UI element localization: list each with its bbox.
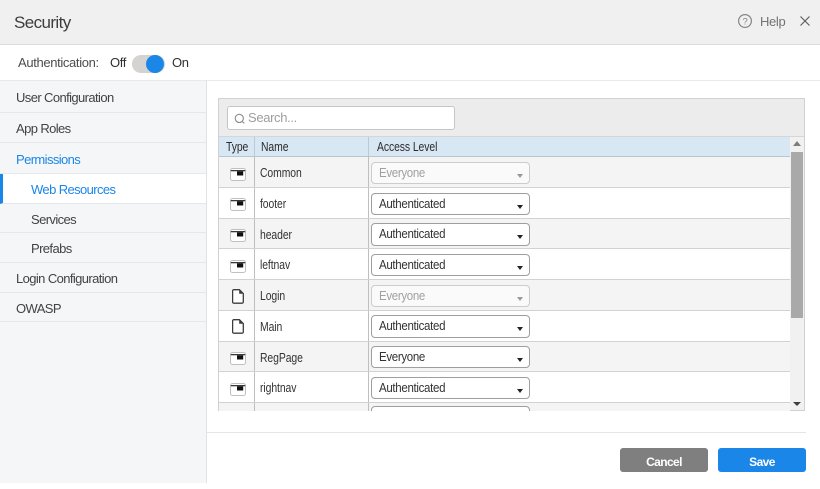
svg-text:?: ? xyxy=(743,16,748,27)
